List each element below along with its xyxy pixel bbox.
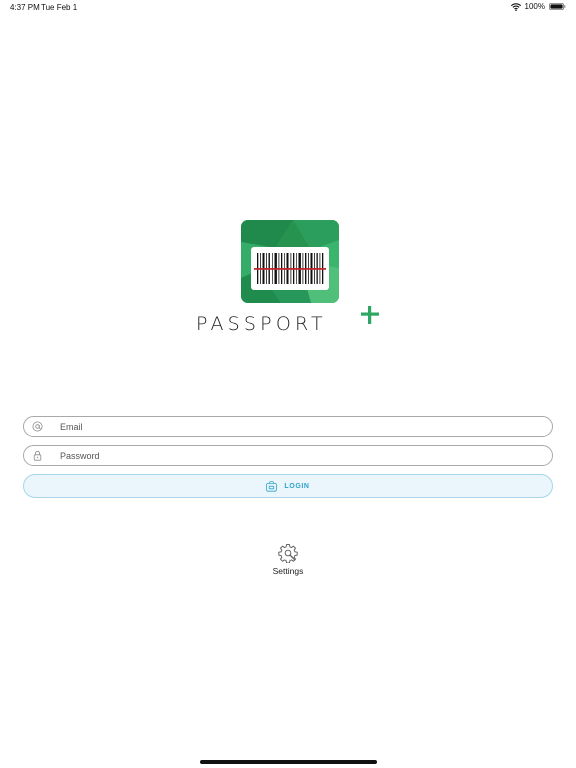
wifi-icon <box>510 2 521 11</box>
status-time: 4:37 PM <box>10 3 40 12</box>
login-button[interactable]: LOGIN <box>23 474 553 498</box>
gear-icon <box>278 544 298 563</box>
email-field[interactable] <box>23 416 553 437</box>
barcode-icon <box>241 220 339 303</box>
app-logo-wordmark: PASSPORT <box>196 313 327 335</box>
plus-icon <box>361 306 379 324</box>
password-field[interactable] <box>23 445 553 466</box>
status-date: Tue Feb 1 <box>41 3 78 12</box>
login-screen: 4:37 PM Tue Feb 1 100% PASSPORT Email LO… <box>0 0 576 768</box>
at-icon <box>32 421 43 432</box>
settings-label: Settings <box>272 566 304 576</box>
email-input[interactable] <box>60 418 540 435</box>
status-indicators: 100% <box>510 2 566 11</box>
login-icon <box>266 480 278 492</box>
battery-percent: 100% <box>524 2 545 11</box>
status-bar: 4:37 PM Tue Feb 1 100% <box>0 0 576 16</box>
app-logo: PASSPORT <box>196 220 386 335</box>
login-button-label: LOGIN <box>284 482 310 490</box>
battery-icon <box>549 3 566 10</box>
lock-icon <box>33 450 42 461</box>
settings-button[interactable]: Settings <box>263 543 313 579</box>
home-indicator[interactable] <box>200 760 377 764</box>
password-input[interactable] <box>60 447 540 464</box>
